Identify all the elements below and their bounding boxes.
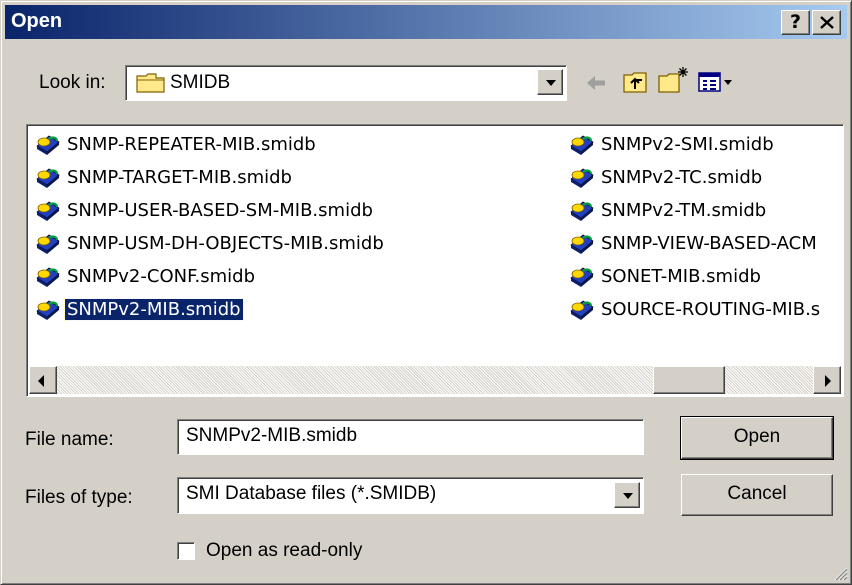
file-name: SNMP-USM-DH-OBJECTS-MIB.smidb	[67, 232, 384, 254]
filetype-dropdown-button[interactable]	[614, 482, 640, 508]
view-dropdown-chevron-icon	[724, 80, 732, 85]
smidb-file-icon	[570, 201, 594, 221]
smidb-file-icon	[570, 168, 594, 188]
file-name: SNMPv2-TC.smidb	[601, 166, 763, 188]
view-menu-icon	[698, 72, 721, 92]
lookin-dropdown-button[interactable]	[537, 69, 563, 95]
smidb-file-icon	[570, 267, 594, 287]
file-name: SONET-MIB.smidb	[601, 265, 761, 287]
file-item[interactable]: SNMP-USM-DH-OBJECTS-MIB.smidb	[35, 228, 386, 258]
scrollbar-thumb[interactable]	[653, 366, 725, 394]
file-item[interactable]: SNMP-TARGET-MIB.smidb	[35, 162, 294, 192]
dialog-title: Open	[11, 10, 63, 32]
open-button-label: Open	[733, 426, 781, 447]
scroll-right-icon	[825, 375, 831, 387]
file-name: SNMP-REPEATER-MIB.smidb	[67, 133, 316, 155]
smidb-file-icon	[36, 267, 60, 287]
filename-input[interactable]: SNMPv2-MIB.smidb	[177, 419, 644, 455]
open-dialog: Open ? Look in: SMIDB SNMP-REPEATER-MIB.…	[0, 0, 852, 585]
file-name: SOURCE-ROUTING-MIB.s	[601, 298, 821, 320]
file-item[interactable]: SNMP-USER-BASED-SM-MIB.smidb	[35, 195, 375, 225]
smidb-file-icon	[570, 300, 594, 320]
close-icon	[819, 16, 834, 29]
file-name: SNMPv2-MIB.smidb	[64, 297, 244, 321]
smidb-file-icon	[570, 135, 594, 155]
resize-grip-icon[interactable]	[832, 565, 848, 581]
lookin-value: SMIDB	[170, 72, 231, 93]
smidb-file-icon	[570, 234, 594, 254]
file-item[interactable]: SNMPv2-SMI.smidb	[569, 129, 776, 159]
file-name: SNMP-VIEW-BASED-ACM	[601, 232, 817, 254]
smidb-file-icon	[36, 201, 60, 221]
open-button[interactable]: Open	[680, 416, 834, 460]
back-arrow-icon[interactable]	[585, 73, 607, 93]
folder-icon	[136, 73, 165, 93]
file-name: SNMPv2-TM.smidb	[601, 199, 767, 221]
view-menu-button[interactable]	[698, 71, 738, 95]
file-name: SNMP-USER-BASED-SM-MIB.smidb	[67, 199, 373, 221]
file-item[interactable]: SNMP-REPEATER-MIB.smidb	[35, 129, 318, 159]
file-name: SNMPv2-SMI.smidb	[601, 133, 774, 155]
file-item[interactable]: SNMPv2-MIB.smidb	[35, 294, 244, 324]
up-folder-icon[interactable]	[622, 69, 650, 95]
file-item[interactable]: SOURCE-ROUTING-MIB.s	[569, 294, 822, 324]
new-folder-icon[interactable]	[657, 65, 691, 95]
filetype-value: SMI Database files (*.SMIDB)	[186, 483, 437, 504]
file-item[interactable]: SNMP-VIEW-BASED-ACM	[569, 228, 819, 258]
smidb-file-icon	[36, 234, 60, 254]
title-bar[interactable]: Open ?	[5, 5, 847, 39]
filename-label: File name:	[25, 429, 114, 450]
close-button[interactable]	[812, 10, 841, 35]
smidb-file-icon	[36, 168, 60, 188]
chevron-down-icon	[546, 80, 556, 86]
filename-value: SNMPv2-MIB.smidb	[186, 425, 358, 446]
cancel-button[interactable]: Cancel	[681, 474, 833, 516]
filetype-label: Files of type:	[25, 487, 133, 508]
smidb-file-icon	[36, 300, 60, 320]
help-button[interactable]: ?	[781, 10, 810, 35]
smidb-file-icon	[36, 135, 60, 155]
file-item[interactable]: SNMPv2-TM.smidb	[569, 195, 768, 225]
file-name: SNMP-TARGET-MIB.smidb	[67, 166, 292, 188]
file-item[interactable]: SNMPv2-CONF.smidb	[35, 261, 257, 291]
lookin-label: Look in:	[39, 72, 106, 93]
scrollbar-track[interactable]	[57, 366, 813, 394]
chevron-down-icon	[623, 493, 633, 499]
file-name: SNMPv2-CONF.smidb	[67, 265, 256, 287]
cancel-button-label: Cancel	[727, 483, 787, 504]
scroll-right-button[interactable]	[813, 366, 841, 394]
scroll-left-icon	[38, 375, 44, 387]
file-item[interactable]: SONET-MIB.smidb	[569, 261, 763, 291]
readonly-label: Open as read-only	[206, 540, 363, 561]
horizontal-scrollbar[interactable]	[29, 366, 841, 394]
file-item[interactable]: SNMPv2-TC.smidb	[569, 162, 764, 192]
readonly-checkbox[interactable]	[177, 542, 195, 560]
filetype-combo[interactable]: SMI Database files (*.SMIDB)	[177, 477, 644, 514]
file-list[interactable]: SNMP-REPEATER-MIB.smidb SNMP-TARGET-MIB.s…	[26, 124, 844, 397]
lookin-combo[interactable]: SMIDB	[125, 65, 567, 101]
scroll-left-button[interactable]	[29, 366, 57, 394]
